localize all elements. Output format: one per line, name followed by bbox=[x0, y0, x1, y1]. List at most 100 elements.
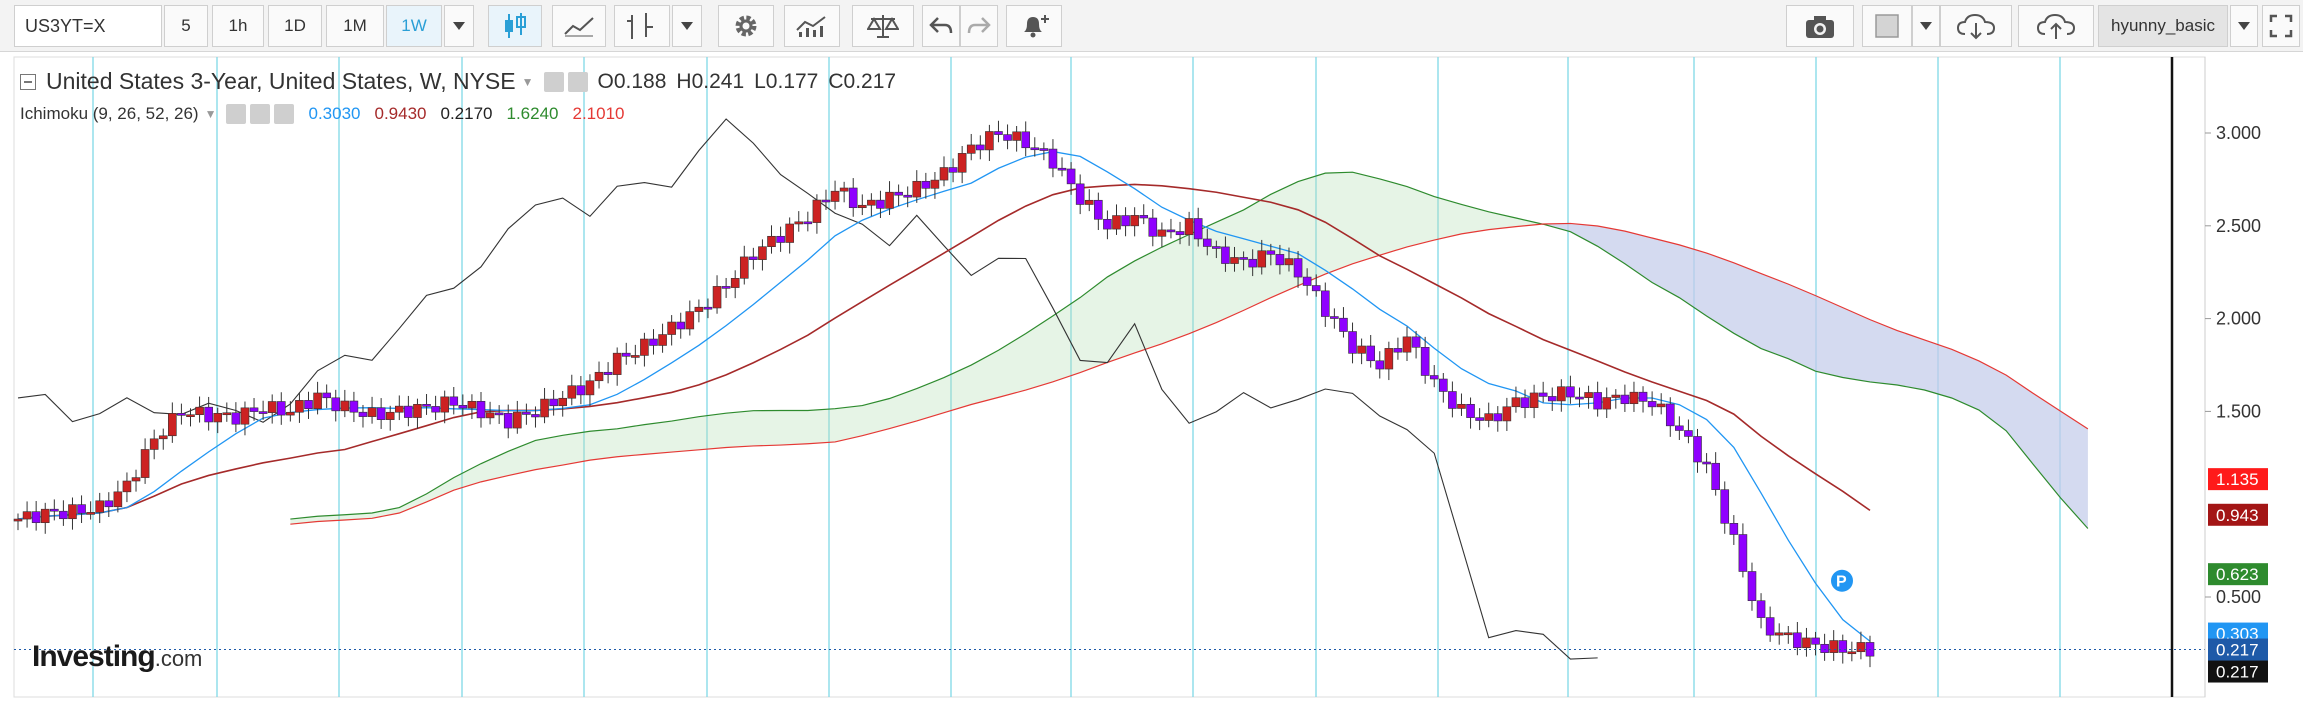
candle-body bbox=[476, 400, 486, 419]
candle-body bbox=[730, 278, 740, 288]
candle-body bbox=[177, 413, 186, 416]
candle-body bbox=[404, 405, 413, 418]
candle-body bbox=[1121, 215, 1130, 227]
candle-body bbox=[1066, 168, 1076, 185]
load-chart-button[interactable] bbox=[1940, 5, 2012, 47]
candle-body bbox=[59, 510, 68, 520]
candles-chart-type-button[interactable] bbox=[488, 5, 542, 47]
candle-body bbox=[1702, 461, 1711, 465]
chevron-down-icon[interactable]: ▼ bbox=[522, 75, 534, 89]
close-icon[interactable] bbox=[274, 104, 295, 124]
candle-body bbox=[258, 411, 268, 414]
candle-body bbox=[667, 321, 676, 335]
drawing-tools-dropdown-button[interactable] bbox=[672, 5, 702, 47]
gear-icon[interactable] bbox=[567, 71, 588, 92]
candle-body bbox=[1675, 425, 1684, 431]
interval-1m-button[interactable]: 1M bbox=[326, 5, 384, 47]
template-dropdown-button[interactable] bbox=[1912, 5, 1940, 47]
interval-1w-button[interactable]: 1W bbox=[386, 5, 442, 47]
candle-body bbox=[576, 385, 586, 396]
drawing-tools-button[interactable] bbox=[614, 5, 670, 47]
candle-body bbox=[1756, 600, 1766, 618]
candle-body bbox=[567, 385, 577, 399]
settings-button[interactable] bbox=[718, 5, 774, 47]
gear-icon[interactable] bbox=[250, 104, 271, 124]
compare-symbols-button[interactable] bbox=[852, 5, 914, 47]
candle-body bbox=[267, 401, 277, 413]
candle-body bbox=[358, 411, 368, 417]
candle-body bbox=[422, 404, 431, 407]
candle-body bbox=[304, 400, 313, 410]
candle-body bbox=[149, 438, 159, 450]
candle-body bbox=[1103, 218, 1112, 230]
candle-body bbox=[857, 204, 867, 209]
eye-icon[interactable] bbox=[226, 104, 247, 124]
candle-body bbox=[1711, 462, 1720, 490]
interval-1d-button[interactable]: 1D bbox=[268, 5, 322, 47]
user-dropdown-button[interactable] bbox=[2230, 5, 2258, 47]
candle-body bbox=[467, 400, 477, 409]
user-profile-button[interactable]: hyunny_basic bbox=[2098, 5, 2228, 47]
candle-body bbox=[313, 392, 322, 410]
candle-body bbox=[966, 144, 976, 154]
price-label: 1.135 bbox=[2216, 470, 2259, 489]
undo-icon bbox=[929, 17, 953, 34]
eye-icon[interactable] bbox=[543, 71, 564, 92]
indicator-legend: Ichimoku (9, 26, 52, 26) ▼ 0.3030 0.9430… bbox=[20, 104, 624, 124]
span-a-value: 1.6240 bbox=[506, 104, 559, 123]
candle-body bbox=[1375, 360, 1385, 370]
candle-body bbox=[1765, 617, 1775, 636]
undo-button[interactable] bbox=[922, 5, 960, 47]
candle-body bbox=[1021, 131, 1031, 149]
candle-body bbox=[848, 187, 858, 209]
candle-body bbox=[631, 355, 640, 358]
span-b-value: 2.1010 bbox=[572, 104, 625, 123]
candle-body bbox=[1693, 436, 1702, 463]
y-tick-label: 3.000 bbox=[2216, 123, 2261, 143]
candle-body bbox=[776, 235, 785, 243]
candle-body bbox=[22, 511, 32, 520]
collapse-legend-icon[interactable] bbox=[20, 73, 36, 90]
candle-body bbox=[168, 413, 177, 437]
square-icon bbox=[1875, 14, 1899, 38]
interval-dropdown-button[interactable] bbox=[444, 5, 474, 47]
candle-body bbox=[1094, 199, 1103, 220]
candle-body bbox=[1684, 430, 1693, 437]
candle-body bbox=[1547, 396, 1557, 402]
candle-body bbox=[939, 167, 949, 181]
fullscreen-button[interactable] bbox=[2262, 5, 2300, 47]
candle-body bbox=[131, 477, 141, 482]
save-chart-button[interactable] bbox=[2018, 5, 2094, 47]
candle-body bbox=[195, 406, 204, 416]
chevron-down-icon[interactable]: ▼ bbox=[205, 107, 217, 121]
candle-body bbox=[839, 187, 849, 192]
candle-body bbox=[1012, 131, 1021, 141]
marker-label: P bbox=[1836, 574, 1847, 591]
interval-5-button[interactable]: 5 bbox=[164, 5, 208, 47]
symbol-input[interactable]: US3YT=X bbox=[14, 5, 162, 47]
chart-area[interactable]: 3.000 2.500 2.000 1.500 0.500 1.135 0.943 0.623… bbox=[0, 52, 2303, 704]
candle-body bbox=[948, 167, 958, 173]
screenshot-button[interactable] bbox=[1786, 5, 1854, 47]
candle-body bbox=[803, 221, 813, 225]
template-button[interactable] bbox=[1862, 5, 1912, 47]
candle-body bbox=[1602, 397, 1612, 410]
indicators-button[interactable] bbox=[552, 5, 606, 47]
candle-body bbox=[431, 406, 440, 413]
candle-body bbox=[122, 480, 132, 493]
scales-icon bbox=[867, 15, 899, 38]
compare-chart-button[interactable] bbox=[784, 5, 840, 47]
candlestick-chart[interactable]: 3.000 2.500 2.000 1.500 0.500 1.135 0.943 0.623… bbox=[0, 52, 2303, 704]
candle-body bbox=[1511, 397, 1521, 408]
alert-button[interactable] bbox=[1006, 5, 1062, 47]
redo-button[interactable] bbox=[960, 5, 998, 47]
candle-body bbox=[1266, 250, 1276, 255]
candle-body bbox=[1193, 218, 1203, 240]
candle-body bbox=[658, 334, 667, 346]
candle-body bbox=[694, 306, 704, 312]
candle-body bbox=[1239, 257, 1248, 260]
candle-body bbox=[340, 400, 350, 412]
interval-1h-button[interactable]: 1h bbox=[212, 5, 264, 47]
candle-body bbox=[204, 406, 213, 423]
candle-body bbox=[1647, 401, 1657, 408]
